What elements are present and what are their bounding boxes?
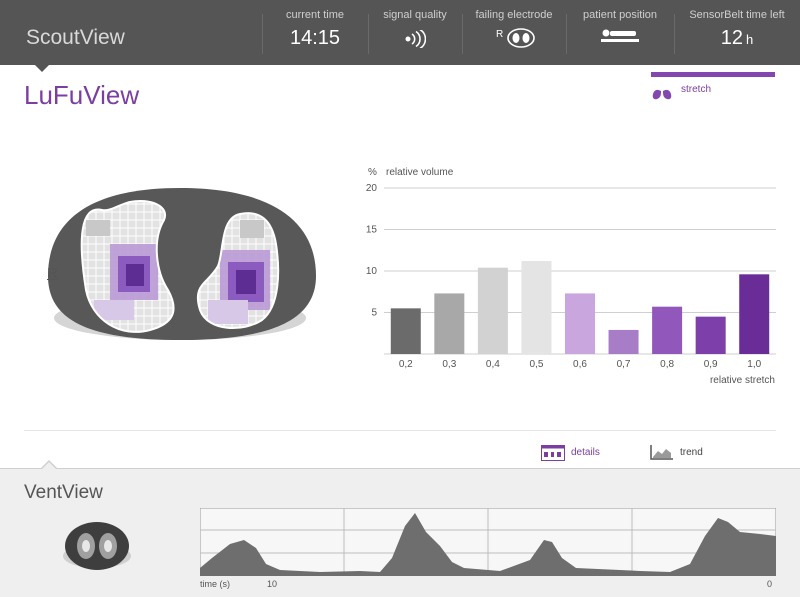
bar-0-3 (434, 293, 465, 354)
bar-0-4 (477, 267, 508, 354)
failing-electrode-stat[interactable]: failing electrode R (462, 0, 566, 65)
patient-supine-icon (601, 29, 639, 42)
current-time-stat: current time 14:15 (262, 0, 368, 65)
details-button[interactable]: details (541, 442, 631, 462)
x-tick-label: 1,0 (747, 359, 761, 370)
ventilation-waveform (200, 508, 776, 576)
y-axis-label: relative volume (386, 167, 454, 178)
details-label: details (571, 447, 600, 458)
bar-0-2 (390, 308, 421, 354)
sensorbelt-time-value: 12 h (720, 27, 754, 49)
bar-0-5 (521, 261, 552, 354)
sensorbelt-time-label: SensorBelt time left (689, 9, 785, 21)
x-tick-label: 0,7 (617, 359, 631, 370)
bar-1-0 (739, 274, 770, 354)
electrode-side-marker: R (496, 29, 504, 40)
patient-position-label: patient position (583, 9, 657, 21)
x-tick-label: 0,4 (486, 359, 500, 370)
details-icon (541, 445, 565, 461)
bar-0-9 (695, 316, 726, 354)
signal-quality-label: signal quality (383, 9, 447, 21)
bar-0-6 (565, 293, 595, 354)
header-notch (34, 64, 50, 72)
bar-0-7 (608, 329, 639, 354)
ventview-title: VentView (24, 482, 103, 503)
x-tick-label: 0,9 (704, 359, 718, 370)
x-tick-label: 0,2 (399, 359, 413, 370)
vent-thorax-icon (63, 522, 131, 570)
waveform-tick-left: 10 (267, 579, 278, 589)
y-axis-unit: % (368, 167, 377, 178)
bar-0-8 (652, 306, 683, 354)
stretch-tab-indicator (651, 72, 775, 77)
stretch-tab[interactable]: stretch (651, 82, 775, 104)
waveform-tick-right: 0 (767, 579, 773, 589)
failing-electrode-label: failing electrode (475, 9, 553, 21)
signal-quality-stat[interactable]: signal quality (368, 0, 462, 65)
trend-icon (650, 445, 673, 460)
right-side-marker: R (47, 265, 58, 282)
section-divider (24, 430, 776, 431)
signal-icon (405, 30, 426, 48)
lungs-icon (652, 86, 672, 100)
y-tick-label: 15 (366, 225, 378, 236)
lufu-title: LuFuView (24, 80, 140, 110)
patient-position-stat[interactable]: patient position (566, 0, 674, 65)
y-tick-label: 10 (366, 266, 378, 277)
sensorbelt-time-stat: SensorBelt time left 12 h (674, 0, 800, 65)
electrode-icon (507, 28, 535, 48)
trend-button[interactable]: trend (650, 442, 730, 462)
chest-marker (172, 344, 188, 350)
x-tick-label: 0,6 (573, 359, 587, 370)
trend-label: trend (680, 447, 703, 458)
y-tick-label: 20 (366, 183, 378, 194)
current-time-label: current time (285, 9, 345, 21)
lung-cross-section-image (48, 188, 316, 350)
top-bar: ScoutView current time 14:15 signal qual… (0, 0, 800, 65)
y-tick-label: 5 (371, 308, 377, 319)
relative-volume-chart: % relative volume relative stretch 5 10 15… (366, 167, 776, 386)
x-tick-label: 0,8 (660, 359, 674, 370)
app-title: ScoutView (26, 26, 125, 49)
x-axis-label: relative stretch (710, 375, 775, 386)
current-time-value: 14:15 (289, 27, 341, 49)
x-tick-label: 0,3 (442, 359, 456, 370)
waveform-axis-label: time (s) (200, 579, 230, 589)
ventview-panel: VentView time (s) 10 0 (0, 460, 800, 597)
x-tick-label: 0,5 (529, 359, 543, 370)
stretch-tab-label: stretch (681, 84, 712, 95)
